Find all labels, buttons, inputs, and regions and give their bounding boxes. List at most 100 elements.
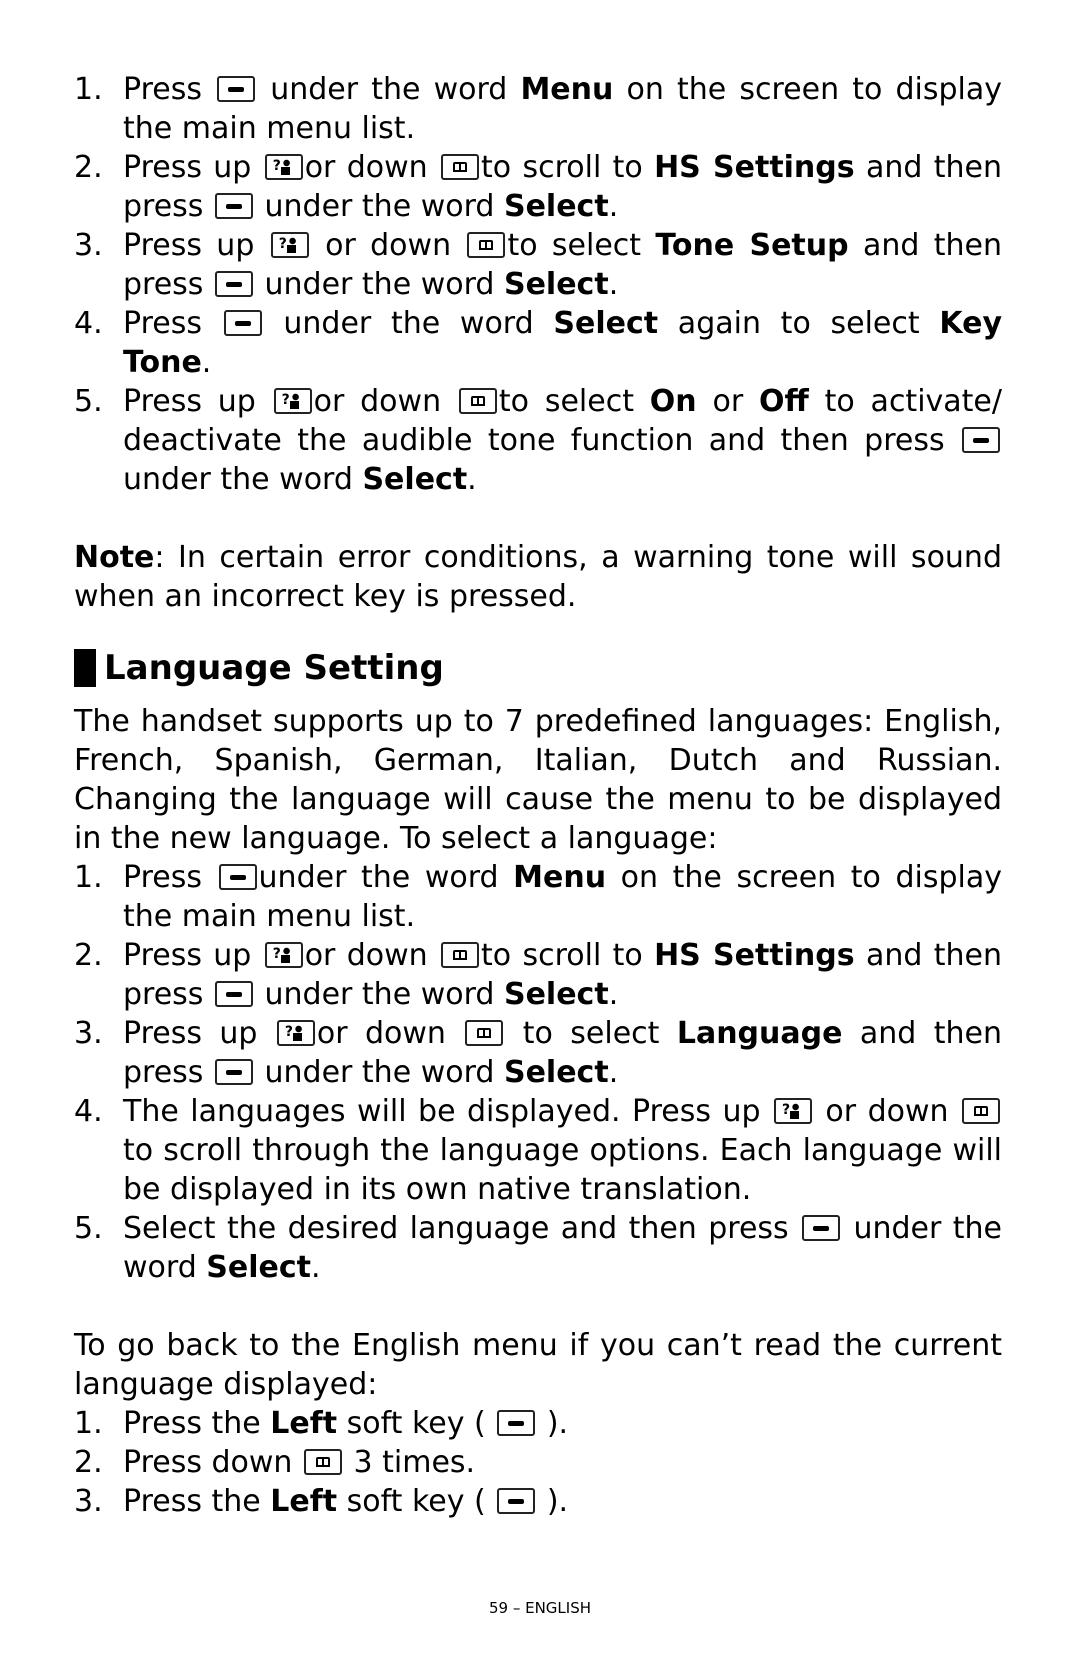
bold-term: Tone Setup [655,228,849,263]
soft-key-icon [214,981,253,1007]
soft-key-icon [497,1488,536,1514]
list-item: 3.Press up or down to select Language an… [74,1014,1002,1092]
step-text: Press up [123,938,263,973]
step-text: . [608,1055,619,1090]
list-item: 1. Press under the word Menu on the scree… [74,858,1002,936]
soft-key-icon [214,1059,253,1085]
step-text: Press up [123,1016,275,1051]
step-text: or down [813,1094,960,1129]
step-text: . [201,345,212,380]
step-number: 3. [74,1016,103,1051]
list-item: 1. Press the Left soft key ( ). [74,1404,1002,1443]
step-text: . [311,1250,321,1285]
list-item: 2. Press down 3 times. [74,1443,1002,1482]
up-key-icon [276,1020,315,1046]
step-text: . [608,977,619,1012]
step-text: ). [537,1406,569,1441]
step-number: 5. [74,1211,103,1246]
step-text: Press up [123,384,272,419]
back-intro: To go back to the English menu if you ca… [74,1328,1002,1402]
bold-term: Left [270,1406,338,1441]
bold-term: HS Settings [654,150,855,185]
step-text: . [608,267,619,302]
up-key-icon [270,232,309,258]
bold-term: Off [759,384,809,419]
step-text: to select [498,384,650,419]
step-text: Press [123,860,217,895]
soft-key-icon [214,193,253,219]
step-text: Press [123,306,222,341]
down-key-icon [962,1098,1000,1124]
step-text: or down [313,384,457,419]
bold-term: Select [503,267,609,302]
bold-term: Menu [513,860,607,895]
step-text: . [467,462,477,497]
down-key-icon [467,232,506,258]
soft-key-icon [962,427,1000,453]
step-text: Press the [123,1484,271,1519]
soft-key-icon [802,1215,841,1241]
step-text: to scroll through the language options. … [123,1133,1002,1207]
list-item: 3. Press the Left soft key ( ). [74,1482,1002,1521]
down-key-icon [303,1449,342,1475]
list-item: 4. Press under the word Select again to s… [74,304,1002,382]
heading-bar-icon [74,649,96,687]
step-text: under the word [263,306,554,341]
step-text: to scroll to [481,150,655,185]
note-paragraph: Note: In certain error conditions, a war… [74,538,1002,616]
bold-term: Select [206,1250,311,1285]
up-key-icon [273,388,312,414]
step-text: Press down [123,1445,302,1480]
step-text: under the word [258,860,514,895]
list-item: 5.Press up or down to select On or Off t… [74,382,1002,499]
step-text: under the word [254,189,504,224]
up-key-icon [264,154,303,180]
step-number: 1. [74,72,103,107]
step-text: under the word [254,1055,504,1090]
step-text: under the word [257,72,521,107]
heading-text: Language Setting [104,648,444,688]
step-text: Press the [123,1406,271,1441]
step-text: Press up [123,150,263,185]
key-tone-steps: 1. Press under the word Menu on the scree… [74,70,1002,499]
soft-key-icon [497,1410,536,1436]
down-key-icon [458,388,497,414]
step-number: 3. [74,1484,103,1519]
step-text: under the word [123,462,363,497]
step-number: 4. [74,306,103,341]
bold-term: Menu [520,72,614,107]
soft-key-icon [218,864,257,890]
step-text: or [696,384,759,419]
bold-term: Select [503,977,609,1012]
soft-key-icon [217,76,256,102]
step-text: Press up [123,228,269,263]
list-item: 5. Select the desired language and then p… [74,1209,1002,1287]
step-text: ). [537,1484,569,1519]
step-number: 2. [74,150,103,185]
bold-term: HS Settings [654,938,855,973]
step-number: 1. [74,1406,103,1441]
list-item: 2. Press up or down to scroll to HS Setti… [74,148,1002,226]
manual-page: 1. Press under the word Menu on the scree… [74,70,1002,1521]
step-number: 2. [74,938,103,973]
step-text: to scroll to [481,938,655,973]
step-number: 5. [74,384,103,419]
back-steps: 1. Press the Left soft key ( ). 2. Press do… [74,1404,1002,1521]
bold-term: Select [503,189,609,224]
language-intro: The handset supports up to 7 predefined … [74,704,1002,856]
step-text: again to select [658,306,940,341]
note-label: Note [74,540,155,575]
step-text: or down [310,228,466,263]
soft-key-icon [214,271,253,297]
list-item: 3.Press up or down to select Tone Setup … [74,226,1002,304]
step-text: The languages will be displayed. Press u… [123,1094,772,1129]
step-text: to select [507,228,656,263]
step-text: . [608,189,619,224]
step-text: to select [505,1016,677,1051]
note-text: : In certain error conditions, a warning… [74,540,1002,614]
step-number: 4. [74,1094,103,1129]
bold-term: On [649,384,697,419]
section-heading: Language Setting [74,646,1002,690]
step-number: 3. [74,228,103,263]
bold-term: Language [676,1016,843,1051]
